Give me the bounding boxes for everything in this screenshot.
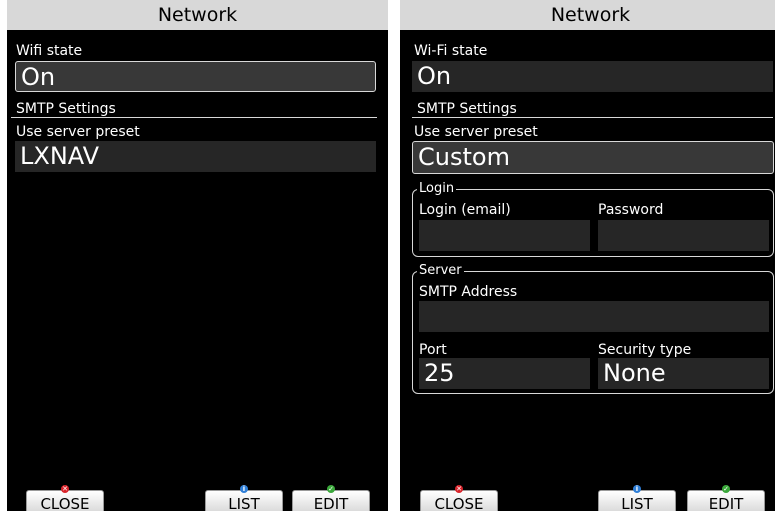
wifi-state-field[interactable]: On <box>412 61 773 92</box>
section-divider <box>412 117 773 118</box>
close-x-icon: ✕ <box>61 485 69 493</box>
port-label: Port <box>419 342 447 358</box>
security-type-label: Security type <box>598 342 692 358</box>
password-field[interactable] <box>598 220 769 251</box>
close-button[interactable]: ✕ CLOSE <box>420 485 498 511</box>
edit-button[interactable]: ✓ EDIT <box>687 485 765 511</box>
server-preset-label: Use server preset <box>16 124 140 140</box>
list-button-label: LIST <box>621 495 653 511</box>
list-button-label: LIST <box>228 495 260 511</box>
server-preset-label: Use server preset <box>414 124 538 140</box>
smtp-address-field[interactable] <box>419 301 769 332</box>
list-info-icon: i <box>633 485 641 493</box>
close-button-label: CLOSE <box>40 495 90 511</box>
close-x-icon: ✕ <box>455 485 463 493</box>
list-button[interactable]: i LIST <box>205 485 283 511</box>
login-group: Login Login (email) Password <box>412 181 774 257</box>
edit-check-icon: ✓ <box>327 485 335 493</box>
security-type-field[interactable]: None <box>598 358 769 389</box>
edit-button[interactable]: ✓ EDIT <box>292 485 370 511</box>
password-label: Password <box>598 202 664 218</box>
list-info-icon: i <box>240 485 248 493</box>
port-field[interactable]: 25 <box>419 358 590 389</box>
server-preset-field[interactable]: Custom <box>412 141 774 174</box>
smtp-settings-header: SMTP Settings <box>417 101 517 117</box>
close-button[interactable]: ✕ CLOSE <box>26 485 104 511</box>
network-screen-right: Network Wi-Fi state On SMTP Settings Use… <box>400 0 775 511</box>
smtp-settings-header: SMTP Settings <box>16 101 116 117</box>
server-legend: Server <box>417 263 464 279</box>
list-button[interactable]: i LIST <box>598 485 676 511</box>
wifi-state-label: Wi-Fi state <box>414 43 488 59</box>
login-email-field[interactable] <box>419 220 590 251</box>
wifi-state-field[interactable]: On <box>15 61 376 92</box>
smtp-address-label: SMTP Address <box>419 284 518 300</box>
server-group: Server SMTP Address Port 25 Security typ… <box>412 263 774 394</box>
server-preset-field[interactable]: LXNAV <box>15 141 376 172</box>
edit-button-label: EDIT <box>708 495 744 511</box>
login-email-label: Login (email) <box>419 202 511 218</box>
edit-button-label: EDIT <box>313 495 349 511</box>
wifi-state-label: Wifi state <box>16 43 83 59</box>
page-title: Network <box>400 0 775 30</box>
edit-check-icon: ✓ <box>722 485 730 493</box>
close-button-label: CLOSE <box>434 495 484 511</box>
login-legend: Login <box>417 181 457 197</box>
section-divider <box>11 117 377 118</box>
network-screen-left: Network Wifi state On SMTP Settings Use … <box>7 0 388 511</box>
page-title: Network <box>7 0 388 30</box>
